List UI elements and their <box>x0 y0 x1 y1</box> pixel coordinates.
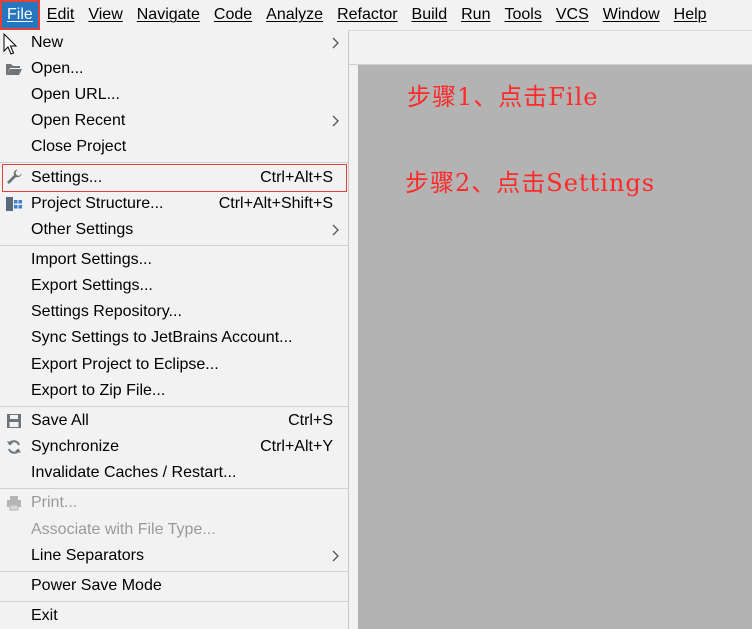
menu-refactor[interactable]: Refactor <box>330 0 404 30</box>
menu-item-shortcut: Ctrl+S <box>288 412 333 429</box>
menu-item-power-save-mode[interactable]: Power Save Mode <box>0 573 348 599</box>
submenu-arrow-icon <box>332 115 339 127</box>
menu-item-close-project[interactable]: Close Project <box>0 134 348 160</box>
menu-view[interactable]: View <box>81 0 129 30</box>
menu-item-save-all[interactable]: Save All Ctrl+S <box>0 408 348 434</box>
menu-item-label: Synchronize <box>31 438 120 455</box>
menu-item-label: Print... <box>31 494 78 511</box>
menu-separator <box>0 245 348 246</box>
menu-item-new[interactable]: New <box>0 30 348 56</box>
menu-item-import-settings[interactable]: Import Settings... <box>0 247 348 273</box>
menu-item-label: Line Separators <box>31 547 144 564</box>
menu-item-open-url[interactable]: Open URL... <box>0 82 348 108</box>
menu-code[interactable]: Code <box>207 0 259 30</box>
menu-help[interactable]: Help <box>667 0 714 30</box>
menu-item-label: Save All <box>31 412 89 429</box>
menu-build[interactable]: Build <box>405 0 455 30</box>
menu-item-label: Export to Zip File... <box>31 382 166 399</box>
menu-run[interactable]: Run <box>454 0 497 30</box>
menu-item-synchronize[interactable]: Synchronize Ctrl+Alt+Y <box>0 434 348 460</box>
menu-item-open[interactable]: Open... <box>0 56 348 82</box>
menu-item-label: Import Settings... <box>31 251 152 268</box>
project-structure-icon <box>5 195 23 213</box>
menu-item-label: Settings... <box>31 169 103 186</box>
menu-item-export-eclipse[interactable]: Export Project to Eclipse... <box>0 352 348 378</box>
ide-window: File Edit View Navigate Code Analyze Ref… <box>0 0 752 629</box>
menu-item-label: Open URL... <box>31 86 120 103</box>
menu-item-label: Invalidate Caches / Restart... <box>31 464 237 481</box>
menu-item-open-recent[interactable]: Open Recent <box>0 108 348 134</box>
mouse-cursor-icon <box>3 33 18 55</box>
toolbar-strip <box>348 31 752 65</box>
menu-analyze[interactable]: Analyze <box>259 0 330 30</box>
tool-window-rail <box>348 65 358 629</box>
menu-vcs[interactable]: VCS <box>549 0 596 30</box>
wrench-icon <box>5 168 23 186</box>
menu-item-settings[interactable]: Settings... Ctrl+Alt+S <box>2 164 347 192</box>
menu-item-label: Other Settings <box>31 221 134 238</box>
menu-edit[interactable]: Edit <box>40 0 82 30</box>
menu-item-label: New <box>31 34 64 51</box>
menu-separator <box>0 162 348 163</box>
printer-icon <box>5 494 23 512</box>
menu-item-sync-settings[interactable]: Sync Settings to JetBrains Account... <box>0 325 348 351</box>
menu-item-shortcut: Ctrl+Alt+S <box>260 169 333 186</box>
menu-separator <box>0 406 348 407</box>
submenu-arrow-icon <box>332 224 339 236</box>
file-menu-dropdown: New Open... Open URL... Open Recent Clos… <box>0 30 349 629</box>
menu-item-label: Export Project to Eclipse... <box>31 356 219 373</box>
menu-item-label: Settings Repository... <box>31 303 182 320</box>
annotation-step2: 步骤2、点击Settings <box>405 169 656 197</box>
menu-item-line-separators[interactable]: Line Separators <box>0 543 348 569</box>
menu-item-label: Open... <box>31 60 84 77</box>
menu-navigate[interactable]: Navigate <box>130 0 207 30</box>
menu-item-shortcut: Ctrl+Alt+Y <box>260 438 333 455</box>
menu-item-export-settings[interactable]: Export Settings... <box>0 273 348 299</box>
submenu-arrow-icon <box>332 37 339 49</box>
menu-window[interactable]: Window <box>596 0 667 30</box>
menu-item-label: Sync Settings to JetBrains Account... <box>31 329 293 346</box>
menu-item-export-zip[interactable]: Export to Zip File... <box>0 378 348 404</box>
menu-item-label: Power Save Mode <box>31 577 162 594</box>
menu-item-label: Exit <box>31 607 58 624</box>
annotation-step1: 步骤1、点击File <box>407 83 599 111</box>
menu-item-settings-repository[interactable]: Settings Repository... <box>0 299 348 325</box>
menu-item-other-settings[interactable]: Other Settings <box>0 217 348 243</box>
menu-item-label: Project Structure... <box>31 195 164 212</box>
menu-separator <box>0 488 348 489</box>
menu-item-print: Print... <box>0 490 348 516</box>
editor-area <box>358 65 752 629</box>
menu-item-exit[interactable]: Exit <box>0 603 348 629</box>
menu-item-label: Open Recent <box>31 112 126 129</box>
save-icon <box>5 412 23 430</box>
sync-icon <box>5 438 23 456</box>
menu-item-invalidate-caches[interactable]: Invalidate Caches / Restart... <box>0 460 348 486</box>
menu-separator <box>0 601 348 602</box>
submenu-arrow-icon <box>332 550 339 562</box>
menu-tools[interactable]: Tools <box>497 0 548 30</box>
menu-item-project-structure[interactable]: Project Structure... Ctrl+Alt+Shift+S <box>0 191 348 217</box>
menu-item-label: Close Project <box>31 138 127 155</box>
menu-bar: File Edit View Navigate Code Analyze Ref… <box>0 0 752 31</box>
menu-separator <box>0 571 348 572</box>
menu-item-label: Associate with File Type... <box>31 521 216 538</box>
menu-file[interactable]: File <box>0 0 40 30</box>
menu-item-associate-file-type: Associate with File Type... <box>0 517 348 543</box>
folder-open-icon <box>5 60 23 78</box>
menu-item-shortcut: Ctrl+Alt+Shift+S <box>218 195 333 212</box>
menu-item-label: Export Settings... <box>31 277 153 294</box>
